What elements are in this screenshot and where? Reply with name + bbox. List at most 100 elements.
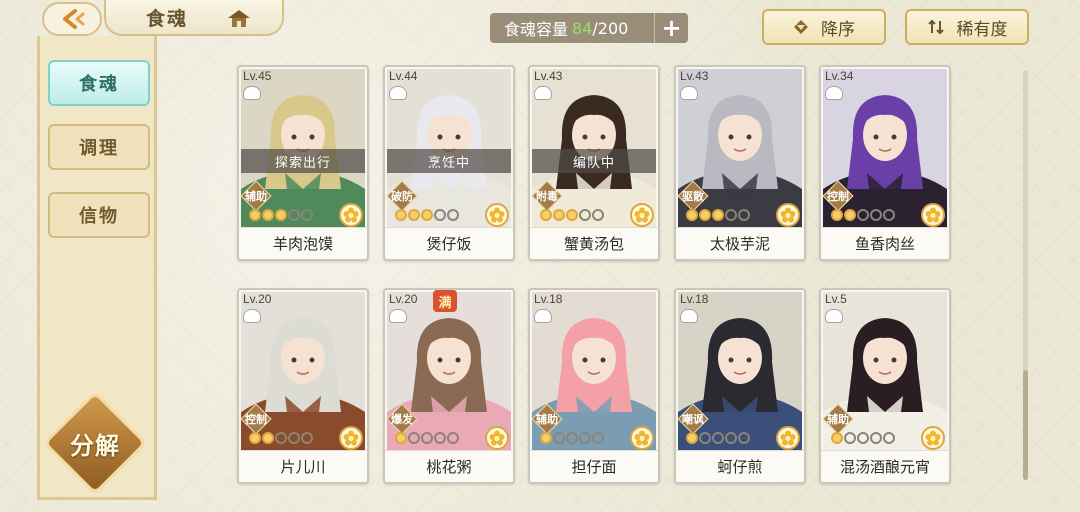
flower-rarity-icon bbox=[485, 203, 509, 227]
back-arrow-icon bbox=[63, 9, 85, 29]
star-rating bbox=[831, 209, 895, 221]
sort-order-button[interactable]: 降序 bbox=[762, 9, 886, 45]
star-filled-icon bbox=[395, 432, 407, 444]
flower-rarity-icon bbox=[339, 203, 363, 227]
star-empty-icon bbox=[553, 432, 565, 444]
star-empty-icon bbox=[566, 432, 578, 444]
star-rating bbox=[540, 432, 604, 444]
star-rating bbox=[249, 209, 313, 221]
level-label: Lv.18 bbox=[534, 292, 563, 306]
star-empty-icon bbox=[275, 432, 287, 444]
capacity-max: /200 bbox=[592, 18, 629, 38]
decompose-label[interactable]: 分解 bbox=[58, 426, 132, 461]
star-rating bbox=[395, 432, 459, 444]
status-overlay: 烹饪中 bbox=[387, 149, 511, 173]
descending-arrow-icon bbox=[794, 20, 808, 34]
sidebar-item-condition[interactable]: 调理 bbox=[48, 124, 150, 170]
capacity-count: 84 bbox=[572, 18, 593, 38]
star-filled-icon bbox=[540, 209, 552, 221]
star-empty-icon bbox=[301, 432, 313, 444]
sort-rarity-button[interactable]: 稀有度 bbox=[905, 9, 1029, 45]
star-empty-icon bbox=[699, 432, 711, 444]
role-label: 破防 bbox=[391, 190, 413, 203]
star-filled-icon bbox=[262, 209, 274, 221]
food-soul-card[interactable]: Lv.18 嘲讽蚵仔煎 bbox=[674, 288, 806, 484]
role-badge: 辅助 bbox=[531, 403, 563, 435]
food-soul-card[interactable]: Lv.5 辅助 混汤酒酿元宵 bbox=[819, 288, 951, 484]
food-soul-card[interactable]: Lv.20 满爆发 桃花粥 bbox=[383, 288, 515, 484]
add-capacity-button[interactable]: + bbox=[654, 13, 688, 43]
food-soul-card[interactable]: Lv.44 烹饪中 破防 煲仔饭 bbox=[383, 65, 515, 261]
chef-hat-icon bbox=[534, 309, 552, 323]
food-soul-card[interactable]: Lv.43 编队中 附毒 蟹黄汤包 bbox=[528, 65, 660, 261]
star-empty-icon bbox=[844, 432, 856, 444]
star-filled-icon bbox=[831, 209, 843, 221]
level-label: Lv.5 bbox=[825, 292, 847, 306]
star-empty-icon bbox=[579, 432, 591, 444]
back-button[interactable] bbox=[42, 2, 102, 36]
role-badge: 附毒 bbox=[531, 180, 563, 212]
star-filled-icon bbox=[275, 209, 287, 221]
scrollbar-thumb[interactable] bbox=[1023, 370, 1028, 480]
chef-hat-icon bbox=[680, 86, 698, 100]
level-label: Lv.43 bbox=[534, 69, 563, 83]
sidebar-item-token[interactable]: 信物 bbox=[48, 192, 150, 238]
star-rating bbox=[686, 432, 750, 444]
max-badge: 满 bbox=[433, 290, 457, 312]
home-icon[interactable] bbox=[226, 8, 252, 34]
food-soul-card[interactable]: Lv.43 驱散 太极芋泥 bbox=[674, 65, 806, 261]
star-empty-icon bbox=[712, 432, 724, 444]
card-name: 担仔面 bbox=[530, 450, 658, 482]
role-badge: 驱散 bbox=[677, 180, 709, 212]
role-badge: 嘲讽 bbox=[677, 403, 709, 435]
role-label: 辅助 bbox=[245, 190, 267, 203]
role-badge: 辅助 bbox=[240, 180, 272, 212]
star-filled-icon bbox=[421, 209, 433, 221]
star-empty-icon bbox=[434, 432, 446, 444]
role-badge: 爆发 bbox=[386, 403, 418, 435]
card-name: 羊肉泡馍 bbox=[239, 227, 367, 259]
food-soul-card[interactable]: Lv.18 辅助担仔面 bbox=[528, 288, 660, 484]
role-label: 附毒 bbox=[536, 190, 558, 203]
chef-hat-icon bbox=[680, 309, 698, 323]
star-empty-icon bbox=[738, 432, 750, 444]
star-rating bbox=[249, 432, 313, 444]
chef-hat-icon bbox=[389, 86, 407, 100]
star-rating bbox=[395, 209, 459, 221]
star-filled-icon bbox=[712, 209, 724, 221]
level-label: Lv.20 bbox=[389, 292, 418, 306]
star-empty-icon bbox=[592, 209, 604, 221]
star-empty-icon bbox=[579, 209, 591, 221]
star-rating bbox=[686, 209, 750, 221]
flower-rarity-icon bbox=[630, 426, 654, 450]
star-filled-icon bbox=[686, 432, 698, 444]
star-filled-icon bbox=[553, 209, 565, 221]
food-soul-card[interactable]: Lv.20 控制 片儿川 bbox=[237, 288, 369, 484]
star-empty-icon bbox=[408, 432, 420, 444]
food-soul-card[interactable]: Lv.45 探索出行 辅助 羊肉泡馍 bbox=[237, 65, 369, 261]
star-empty-icon bbox=[421, 432, 433, 444]
star-empty-icon bbox=[857, 209, 869, 221]
card-name: 蚵仔煎 bbox=[676, 450, 804, 482]
level-label: Lv.45 bbox=[243, 69, 272, 83]
star-empty-icon bbox=[870, 432, 882, 444]
star-empty-icon bbox=[738, 209, 750, 221]
star-filled-icon bbox=[540, 432, 552, 444]
star-filled-icon bbox=[844, 209, 856, 221]
flower-rarity-icon bbox=[485, 426, 509, 450]
chef-hat-icon bbox=[825, 309, 843, 323]
sidebar-item-food-soul[interactable]: 食魂 bbox=[48, 60, 150, 106]
level-label: Lv.18 bbox=[680, 292, 709, 306]
star-rating bbox=[831, 432, 895, 444]
star-empty-icon bbox=[592, 432, 604, 444]
star-empty-icon bbox=[725, 432, 737, 444]
chef-hat-icon bbox=[243, 86, 261, 100]
card-name: 煲仔饭 bbox=[385, 227, 513, 259]
level-label: Lv.43 bbox=[680, 69, 709, 83]
chef-hat-icon bbox=[825, 86, 843, 100]
food-soul-card[interactable]: Lv.34 控制 鱼香肉丝 bbox=[819, 65, 951, 261]
star-filled-icon bbox=[249, 432, 261, 444]
card-name: 片儿川 bbox=[239, 450, 367, 482]
role-label: 控制 bbox=[827, 190, 849, 203]
sort-order-label: 降序 bbox=[821, 19, 855, 40]
